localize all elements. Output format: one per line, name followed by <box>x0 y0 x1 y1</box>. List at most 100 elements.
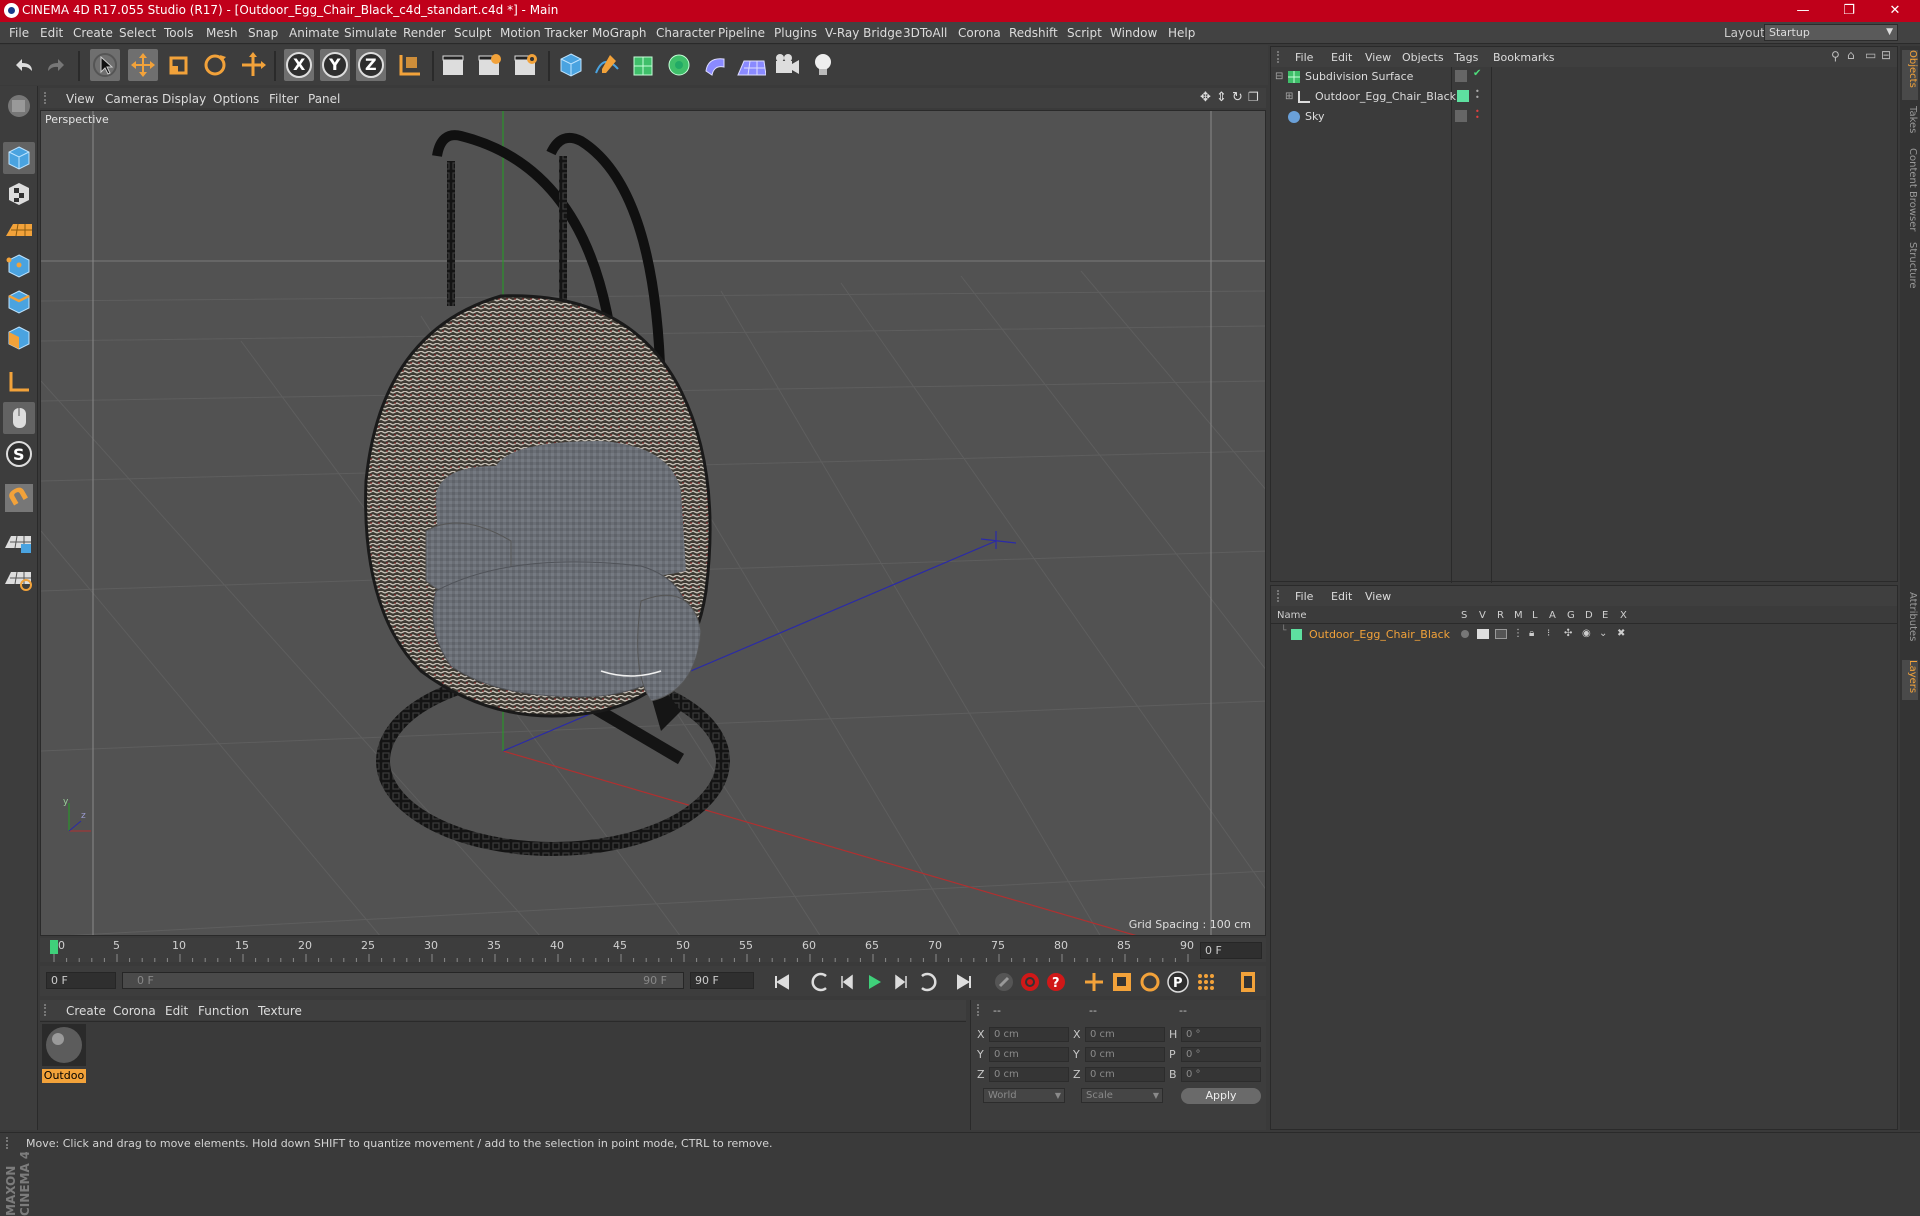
menu-script[interactable]: Script <box>1067 26 1102 40</box>
menu-redshift[interactable]: Redshift <box>1009 26 1058 40</box>
eye-visible-icon[interactable] <box>1477 629 1489 639</box>
workplane-button[interactable] <box>3 214 35 246</box>
key-rotation-button[interactable] <box>1138 970 1162 994</box>
current-frame-field[interactable]: 0 F <box>1200 942 1262 959</box>
floor-button[interactable] <box>736 49 767 81</box>
viewport-menu-filter[interactable]: Filter <box>269 92 299 106</box>
cloner-button[interactable] <box>664 49 694 81</box>
pos-z-field[interactable]: 0 cm <box>989 1067 1069 1082</box>
lock-icon[interactable]: 🔒︎ <box>1529 628 1534 639</box>
spline-pen-button[interactable] <box>592 49 622 81</box>
object-name[interactable]: Sky <box>1305 110 1324 123</box>
transform-tool-button[interactable] <box>238 49 268 81</box>
tweak-mode-button[interactable] <box>3 402 35 434</box>
axis-mode-button[interactable] <box>3 366 35 398</box>
viewport-menu-panel[interactable]: Panel <box>308 92 340 106</box>
animation-icon[interactable]: ⁝ <box>1547 628 1550 639</box>
objects-menu-edit[interactable]: Edit <box>1331 51 1352 64</box>
tab-content-browser[interactable]: Content Browser <box>1902 148 1918 236</box>
layer-row[interactable]: └ Outdoor_Egg_Chair_Black ⋮ 🔒︎ ⁝ ✣ ◉ ⌄ ✖ <box>1271 626 1897 644</box>
object-name[interactable]: Subdivision Surface <box>1305 70 1413 83</box>
size-z-field[interactable]: 0 cm <box>1085 1067 1165 1082</box>
xref-icon[interactable]: ✖ <box>1617 628 1625 639</box>
polygons-mode-button[interactable] <box>3 322 35 354</box>
coordinate-mode-dropdown[interactable]: World ▼ <box>983 1088 1065 1103</box>
menu-file[interactable]: File <box>9 26 29 40</box>
move-tool-button[interactable] <box>128 49 158 81</box>
menu-render[interactable]: Render <box>403 26 446 40</box>
go-to-end-button[interactable] <box>952 970 976 994</box>
viewport-camera-label[interactable]: Perspective <box>45 113 109 126</box>
manager-list-icon[interactable]: ⋮ <box>1513 628 1523 639</box>
go-to-start-button[interactable] <box>770 970 794 994</box>
menu-edit[interactable]: Edit <box>40 26 63 40</box>
solo-toggle-icon[interactable] <box>1461 630 1469 638</box>
apply-button[interactable]: Apply <box>1181 1088 1261 1104</box>
layers-menu-file[interactable]: File <box>1295 590 1313 603</box>
layer-col-generators[interactable]: G <box>1567 610 1575 621</box>
minimize-button[interactable]: — <box>1780 0 1826 22</box>
lock-workplane-button[interactable] <box>3 526 35 558</box>
expression-icon[interactable]: ⌄ <box>1599 628 1607 639</box>
size-mode-dropdown[interactable]: Scale ▼ <box>1081 1088 1163 1103</box>
layer-col-manager[interactable]: M <box>1514 610 1523 621</box>
menu-pipeline[interactable]: Pipeline <box>718 26 765 40</box>
pos-y-field[interactable]: 0 cm <box>989 1047 1069 1062</box>
camera-button[interactable] <box>772 49 802 81</box>
key-parameter-button[interactable]: P <box>1166 970 1190 994</box>
deformer-button[interactable] <box>700 49 730 81</box>
filter-icon[interactable]: ▭ <box>1865 48 1876 62</box>
viewport-menu-options[interactable]: Options <box>213 92 259 106</box>
subdivision-surface-button[interactable] <box>628 49 658 81</box>
layer-color-swatch[interactable] <box>1291 629 1302 640</box>
layer-col-animation[interactable]: A <box>1549 610 1556 621</box>
viewport-menu-display[interactable]: Display <box>162 92 206 106</box>
visibility-dots-icon[interactable]: • • <box>1475 88 1480 102</box>
home-icon[interactable]: ⌂ <box>1847 48 1855 62</box>
material-menu-function[interactable]: Function <box>198 1004 249 1018</box>
key-pla-button[interactable] <box>1194 970 1218 994</box>
3d-viewport[interactable]: y z Perspective Grid Spacing : 100 cm <box>40 110 1266 936</box>
expand-icon[interactable]: ⊞ <box>1285 91 1293 102</box>
scale-tool-button[interactable] <box>164 49 194 81</box>
menu-motion-tracker[interactable]: Motion Tracker <box>500 26 588 40</box>
menu-character[interactable]: Character <box>656 26 715 40</box>
layer-col-deformers[interactable]: D <box>1585 610 1593 621</box>
cube-primitive-button[interactable] <box>556 49 586 81</box>
viewport-menu-view[interactable]: View <box>66 92 94 106</box>
menu-window[interactable]: Window <box>1110 26 1157 40</box>
key-scale-button[interactable] <box>1110 970 1134 994</box>
model-mode-button[interactable] <box>3 142 35 174</box>
timeline-ruler[interactable]: 0 5 10 15 20 25 30 35 40 45 50 55 60 65 … <box>40 938 1266 962</box>
undo-button[interactable] <box>8 49 38 81</box>
objects-menu-bookmarks[interactable]: Bookmarks <box>1493 51 1554 64</box>
object-row-outdoor-egg-chair[interactable]: ⊞ Outdoor_Egg_Chair_Black • • <box>1271 87 1897 107</box>
next-frame-button[interactable] <box>888 970 912 994</box>
start-frame-field[interactable]: 0 F <box>46 972 116 989</box>
viewport-menu-cameras[interactable]: Cameras <box>105 92 158 106</box>
material-thumbnail[interactable]: Outdoo <box>42 1024 86 1083</box>
generator-icon[interactable]: ✣ <box>1564 628 1572 639</box>
rot-h-field[interactable]: 0 ° <box>1181 1027 1261 1042</box>
layer-col-xref[interactable]: X <box>1620 610 1627 621</box>
layers-menu-view[interactable]: View <box>1365 590 1391 603</box>
previous-keyframe-button[interactable] <box>810 970 834 994</box>
key-position-button[interactable] <box>1082 970 1106 994</box>
close-button[interactable]: ✕ <box>1872 0 1918 22</box>
layer-color-swatch[interactable] <box>1457 90 1469 102</box>
motion-record-button[interactable] <box>992 970 1016 994</box>
collapse-icon[interactable]: ⊟ <box>1275 71 1283 82</box>
size-x-field[interactable]: 0 cm <box>1085 1027 1165 1042</box>
render-clapper-icon[interactable] <box>1495 629 1507 639</box>
edit-render-settings-button[interactable] <box>510 49 540 81</box>
menu-tools[interactable]: Tools <box>164 26 194 40</box>
layers-menu-edit[interactable]: Edit <box>1331 590 1352 603</box>
viewport-zoom-icon[interactable]: ⇕ <box>1216 90 1227 105</box>
rotate-tool-button[interactable] <box>200 49 230 81</box>
objects-menu-objects[interactable]: Objects <box>1402 51 1444 64</box>
previous-frame-button[interactable] <box>836 970 860 994</box>
tab-attributes[interactable]: Attributes <box>1902 592 1918 654</box>
layer-col-locked[interactable]: L <box>1532 610 1538 621</box>
viewport-maximize-icon[interactable]: ❐ <box>1248 90 1259 104</box>
layer-col-solo[interactable]: S <box>1461 610 1467 621</box>
